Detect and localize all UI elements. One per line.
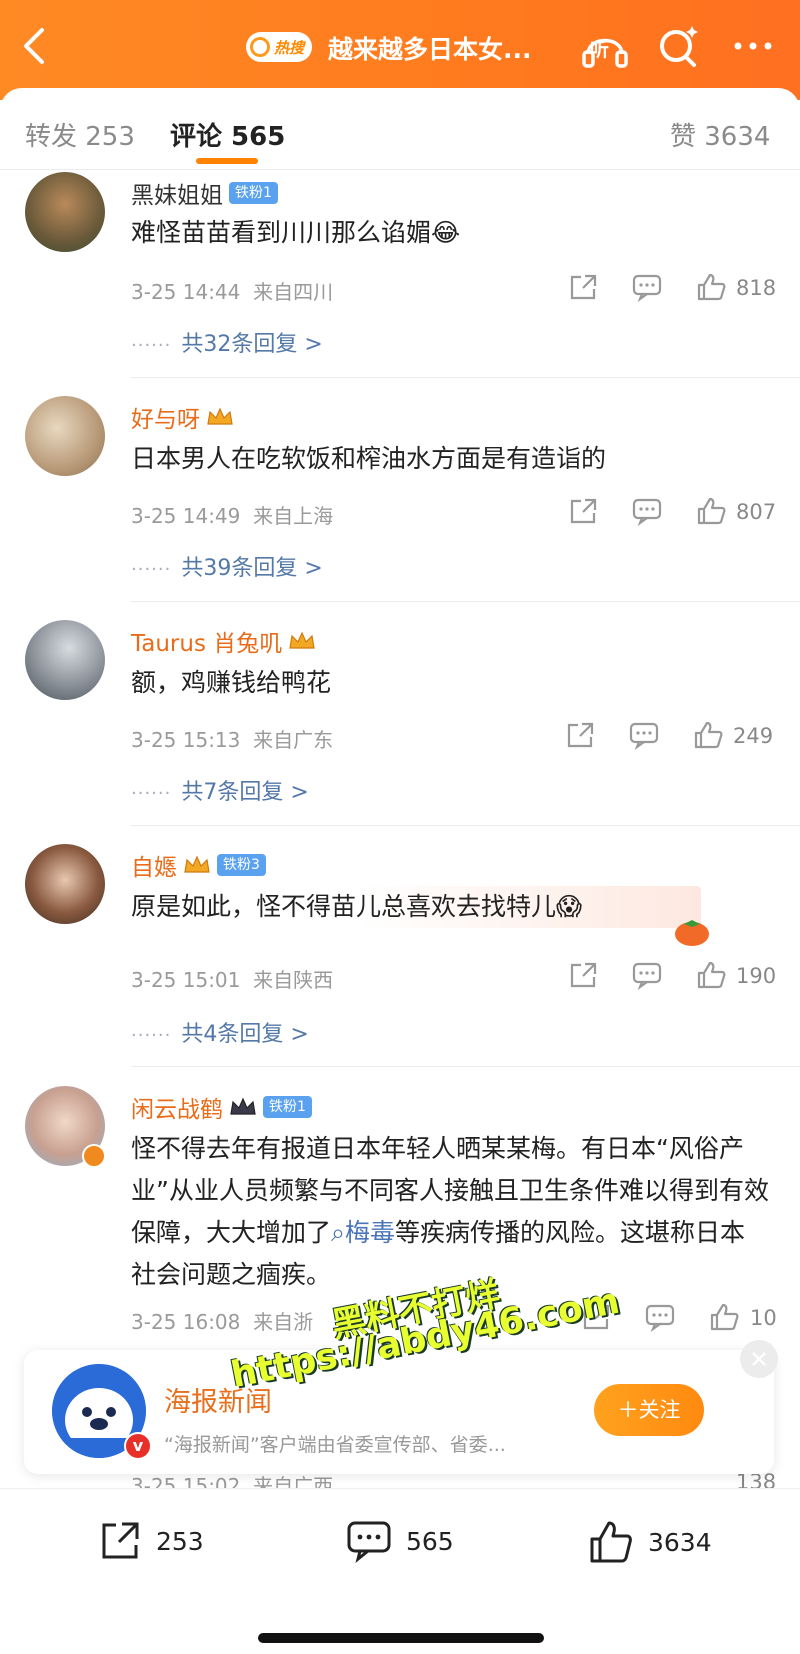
hot-search-label: 热搜 (274, 38, 305, 57)
fan-badge: 铁粉1 (263, 1096, 312, 1118)
comment-meta: 3-25 14:44 来自四川 (131, 280, 334, 304)
like-count: 10 (750, 1306, 777, 1330)
bottom-like-button[interactable]: 3634 (588, 1519, 712, 1565)
share-icon[interactable] (567, 496, 601, 526)
listen-label: 听 (590, 39, 610, 61)
comment-text: 怪不得去年有报道日本年轻人晒某某梅。有日本“风俗产业”从业人员频繁与不同客人接触… (131, 1134, 769, 1289)
comment-meta: 3-25 15:13 来自广东 (131, 728, 334, 752)
tab-repost[interactable]: 转发 253 (25, 116, 135, 153)
promo-card[interactable]: v 海报新闻 “海报新闻”客户端由省委宣传部、省委... ＋关注 (24, 1340, 778, 1474)
view-replies-link[interactable]: ······ 共7条回复 > (131, 774, 309, 806)
view-replies-link[interactable]: ······ 共39条回复 > (131, 550, 323, 582)
comment-username[interactable]: 黑妹姐姐 铁粉1 (131, 176, 278, 210)
divider (131, 825, 800, 826)
fan-badge: 铁粉3 (217, 854, 266, 876)
comment-username[interactable]: 闲云战鹤 铁粉1 (131, 1090, 312, 1124)
close-icon[interactable] (740, 1340, 778, 1378)
comment-icon[interactable] (643, 1302, 677, 1332)
active-tab-indicator (196, 158, 258, 164)
comment-icon[interactable] (630, 272, 664, 302)
divider (131, 601, 800, 602)
like-icon[interactable] (692, 720, 726, 750)
comment-icon[interactable] (627, 720, 661, 750)
comment-text: 额，鸡赚钱给鸭花 (131, 668, 332, 697)
comment-bubble-icon (347, 1521, 391, 1563)
avatar[interactable] (25, 620, 105, 700)
like-icon[interactable] (708, 1302, 742, 1332)
bottom-action-bar: 253 565 3634 (0, 1488, 800, 1654)
tab-bar: 转发 253 评论 565 赞 3634 (0, 88, 800, 170)
comment-username[interactable]: Taurus 肖兔叽 (131, 624, 316, 658)
home-indicator[interactable] (258, 1633, 544, 1643)
view-replies-link[interactable]: ······ 共4条回复 > (131, 1016, 309, 1048)
tab-comment[interactable]: 评论 565 (170, 116, 285, 153)
comment-meta: 3-25 15:01 来自陕西 (131, 968, 334, 992)
topic-link[interactable]: ⌕梅毒 (331, 1218, 395, 1247)
comment-username[interactable]: 好与呀 (131, 400, 234, 434)
avatar[interactable] (25, 396, 105, 476)
page-title[interactable]: 越来越多日本女... (328, 30, 532, 66)
crown-icon (207, 407, 233, 425)
share-icon[interactable] (564, 720, 598, 750)
bottom-comment-button[interactable]: 565 (346, 1519, 454, 1563)
hot-search-icon (250, 37, 270, 57)
like-icon[interactable] (695, 960, 729, 990)
like-count: 249 (733, 724, 774, 748)
bottom-repost-button[interactable]: 253 (98, 1519, 204, 1563)
comment-text: 日本男人在吃软饭和榨油水方面是有造诣的 (131, 444, 607, 473)
view-replies-link[interactable]: ······ 共32条回复 > (131, 326, 323, 358)
fan-badge: 铁粉1 (229, 182, 278, 204)
like-count: 190 (736, 964, 777, 988)
avatar[interactable] (25, 844, 105, 924)
more-icon[interactable] (728, 28, 778, 64)
like-icon[interactable] (695, 496, 729, 526)
divider (131, 377, 800, 378)
comment-icon[interactable] (630, 496, 664, 526)
comment-username[interactable]: 自嫕 铁粉3 (131, 848, 266, 882)
top-bar: 热搜 越来越多日本女... 听 (0, 0, 800, 100)
comment-icon[interactable] (630, 960, 664, 990)
comment-text: 原是如此，怪不得苗儿总喜欢去找特儿😱 (131, 886, 701, 928)
share-icon[interactable] (567, 960, 601, 990)
comment-meta: 3-25 16:08 来自浙 (131, 1310, 314, 1334)
comment-meta: 3-25 14:49 来自上海 (131, 504, 334, 528)
repost-icon (102, 1522, 139, 1559)
verified-v-icon: v (124, 1432, 152, 1460)
share-icon[interactable] (567, 272, 601, 302)
promo-desc: “海报新闻”客户端由省委宣传部、省委... (164, 1434, 506, 1456)
hot-search-badge[interactable]: 热搜 (246, 32, 313, 62)
tab-like[interactable]: 赞 3634 (670, 116, 770, 153)
comment-text: 难怪苗苗看到川川那么谄媚😂 (131, 218, 461, 247)
divider (131, 1066, 800, 1067)
verified-icon (82, 1144, 106, 1168)
follow-button[interactable]: ＋关注 (594, 1384, 704, 1436)
thumbs-up-icon (590, 1521, 632, 1563)
search-icon[interactable] (656, 24, 700, 70)
avatar[interactable] (25, 172, 105, 252)
crown-icon (184, 855, 210, 873)
crown-icon (289, 631, 315, 649)
crown-icon (230, 1097, 256, 1115)
persimmon-icon (675, 920, 709, 946)
like-count: 807 (736, 500, 777, 524)
like-count: 818 (736, 276, 777, 300)
back-arrow-icon[interactable] (16, 24, 52, 68)
like-icon[interactable] (695, 272, 729, 302)
